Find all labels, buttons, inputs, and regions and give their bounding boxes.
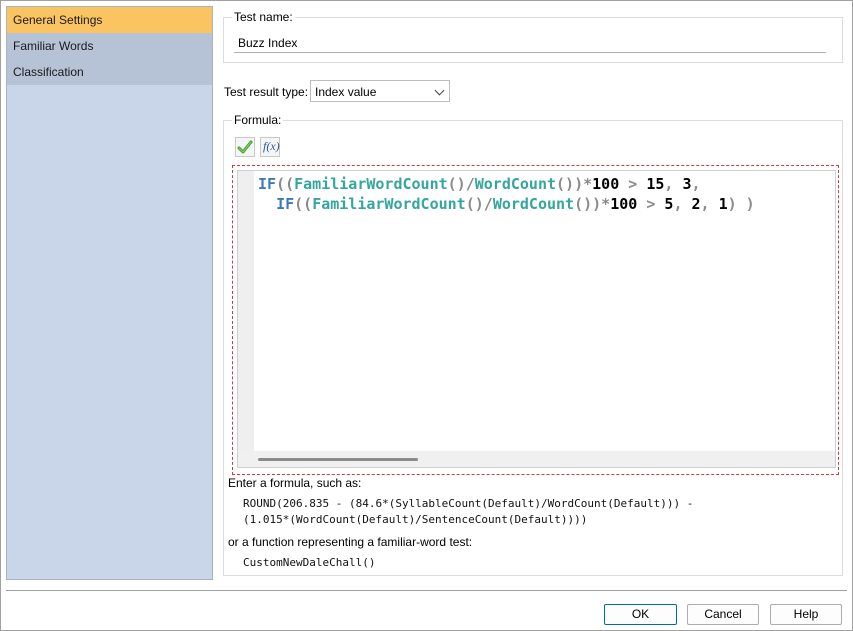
insert-function-button[interactable]: f(x) (260, 137, 280, 157)
code-paren: (( (276, 175, 295, 193)
code-number: 100 (610, 195, 638, 213)
code-paren: ())* (556, 175, 593, 193)
sidebar-item-general-settings[interactable]: General Settings (7, 7, 212, 33)
horizontal-scrollbar[interactable] (238, 451, 835, 467)
fx-icon: f(x) (263, 139, 280, 153)
sidebar-item-classification[interactable]: Classification (7, 59, 212, 85)
formula-group: Formula: f(x) IF((FamiliarWordCount()/Wo… (223, 113, 843, 576)
result-type-selected: Index value (315, 85, 377, 99)
code-paren: ) ) (727, 195, 755, 213)
chevron-down-icon (434, 85, 445, 96)
code-paren: ()/ (447, 175, 475, 193)
formula-editor[interactable]: IF((FamiliarWordCount()/WordCount())*100… (237, 170, 836, 468)
help-button[interactable]: Help (770, 604, 842, 625)
code-paren: (( (294, 195, 313, 213)
code-function: WordCount (474, 175, 557, 193)
code-function: WordCount (492, 195, 575, 213)
sidebar: General Settings Familiar Words Classifi… (6, 6, 213, 580)
validate-formula-button[interactable] (235, 137, 255, 157)
code-operator: > (637, 195, 665, 213)
code-number: 1 (718, 195, 728, 213)
result-type-label: Test result type: (224, 85, 309, 99)
hint-example2: CustomNewDaleChall() (243, 556, 376, 569)
cancel-button[interactable]: Cancel (687, 604, 759, 625)
editor-gutter (238, 171, 254, 467)
code-keyword: IF (276, 195, 295, 213)
code-function: FamiliarWordCount (312, 195, 466, 213)
hint-intro: Enter a formula, such as: (228, 476, 362, 490)
code-paren: ())* (574, 195, 611, 213)
code-comma: , (691, 175, 701, 193)
code-number: 2 (691, 195, 701, 213)
hint-or-text: or a function representing a familiar-wo… (228, 535, 473, 549)
test-name-input[interactable] (234, 33, 826, 53)
formula-label: Formula: (232, 113, 284, 127)
sidebar-item-familiar-words[interactable]: Familiar Words (7, 33, 212, 59)
result-type-dropdown[interactable]: Index value (310, 80, 450, 102)
formula-code: IF((FamiliarWordCount()/WordCount())*100… (258, 174, 755, 214)
code-number: 100 (592, 175, 620, 193)
code-keyword: IF (258, 175, 277, 193)
code-comma: , (700, 195, 719, 213)
test-name-group: Test name: (223, 10, 843, 63)
code-comma: , (664, 175, 683, 193)
code-number: 15 (646, 175, 665, 193)
footer-divider (6, 590, 847, 591)
scrollbar-thumb[interactable] (258, 458, 418, 461)
code-comma: , (673, 195, 692, 213)
ok-button[interactable]: OK (604, 604, 677, 625)
code-function: FamiliarWordCount (294, 175, 448, 193)
hint-example-line1: ROUND(206.835 - (84.6*(SyllableCount(Def… (243, 497, 694, 510)
checkmark-icon (237, 140, 253, 154)
code-paren: ()/ (465, 195, 493, 213)
hint-example-line2: (1.015*(WordCount(Default)/SentenceCount… (243, 513, 588, 526)
code-operator: > (619, 175, 647, 193)
code-number: 3 (682, 175, 692, 193)
formula-editor-frame: IF((FamiliarWordCount()/WordCount())*100… (232, 165, 839, 475)
test-name-label: Test name: (232, 10, 295, 24)
